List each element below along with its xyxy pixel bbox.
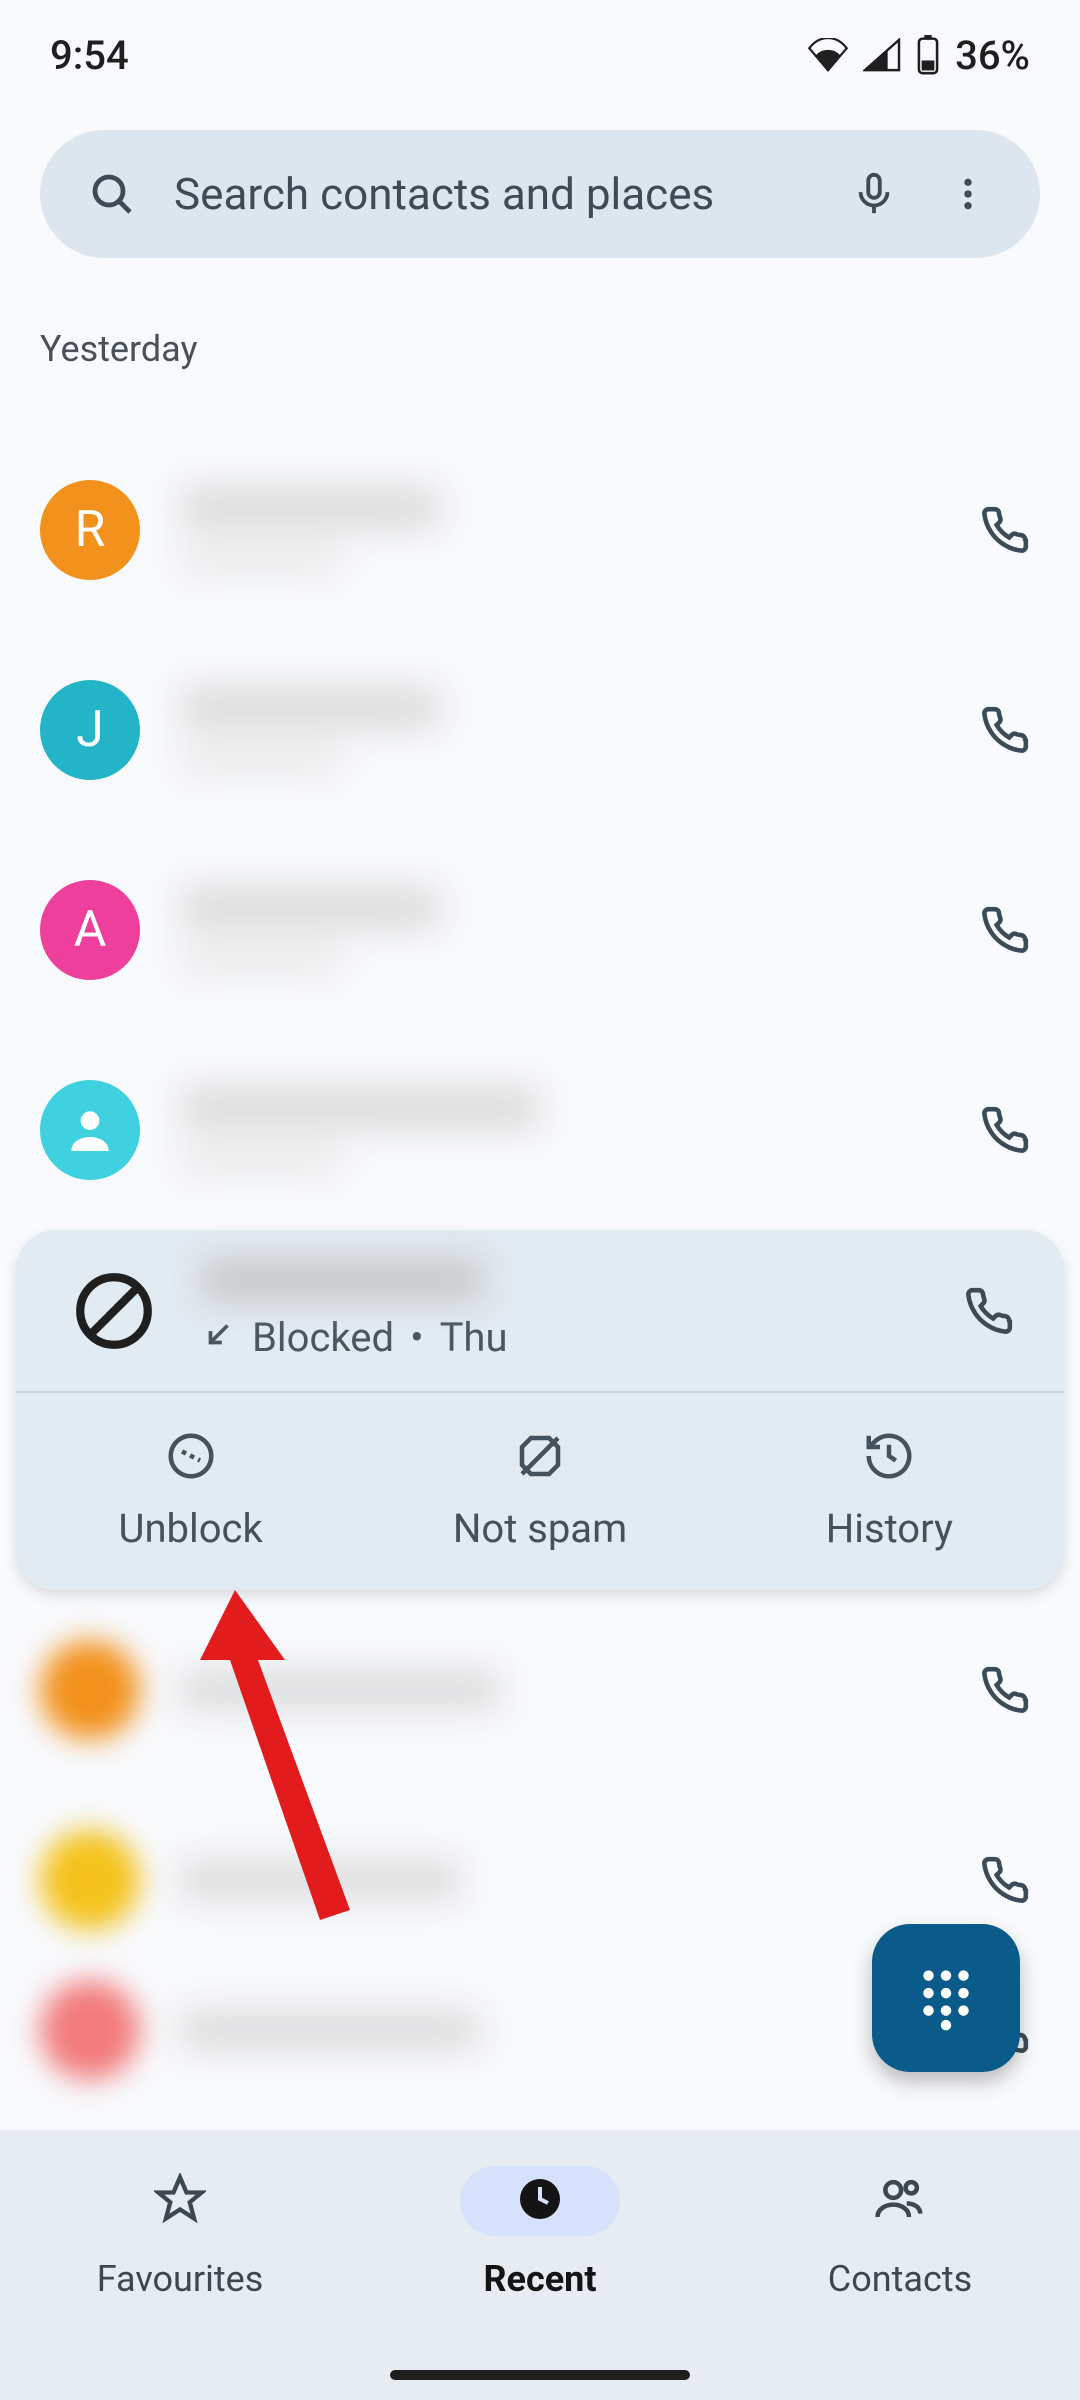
incoming-arrow-icon	[202, 1314, 236, 1361]
section-header-yesterday: Yesterday	[0, 258, 1080, 400]
call-row[interactable]	[0, 1030, 1080, 1230]
call-row[interactable]: A	[0, 830, 1080, 1030]
search-placeholder: Search contacts and places	[174, 168, 812, 220]
nav-recent[interactable]: Recent	[360, 2166, 720, 2300]
blocked-name-redacted	[202, 1260, 482, 1300]
more-icon[interactable]	[936, 162, 1000, 226]
blocked-call-header[interactable]: Blocked • Thu	[16, 1230, 1064, 1391]
avatar[interactable]: R	[40, 480, 140, 580]
wifi-icon	[807, 38, 849, 72]
call-info-redacted	[180, 886, 930, 974]
bottom-nav: Favourites Recent Contacts	[0, 2130, 1080, 2400]
not-spam-button[interactable]: Not spam	[365, 1393, 714, 1590]
search-bar[interactable]: Search contacts and places	[40, 130, 1040, 258]
avatar-redacted	[40, 1980, 140, 2080]
nav-label: Favourites	[97, 2258, 264, 2300]
avatar-letter: J	[76, 701, 104, 759]
clock-icon	[516, 2175, 564, 2227]
call-row[interactable]: J	[0, 630, 1080, 830]
status-right: 36%	[807, 32, 1030, 79]
search-bar-container: Search contacts and places	[0, 110, 1080, 258]
call-button[interactable]	[970, 1095, 1040, 1165]
call-info-redacted	[180, 1670, 930, 1710]
call-info-redacted	[180, 486, 930, 574]
nav-contacts[interactable]: Contacts	[720, 2166, 1080, 2300]
history-button[interactable]: History	[715, 1393, 1064, 1590]
avatar-generic[interactable]	[40, 1080, 140, 1180]
avatar-redacted	[40, 1640, 140, 1740]
block-icon	[66, 1263, 162, 1359]
battery-percent: 36%	[955, 32, 1030, 79]
call-row[interactable]	[0, 1590, 1080, 1790]
call-button[interactable]	[970, 1845, 1040, 1915]
status-time: 9:54	[50, 32, 129, 79]
call-info-redacted	[180, 1860, 930, 1900]
call-button[interactable]	[970, 495, 1040, 565]
call-info-redacted	[180, 2010, 930, 2050]
search-icon	[80, 162, 144, 226]
star-icon	[154, 2173, 206, 2229]
blocked-call-card: Blocked • Thu Unblock Not spam	[16, 1230, 1064, 1590]
avatar-letter: R	[75, 501, 106, 559]
blocked-status: Blocked	[252, 1314, 394, 1361]
not-spam-icon	[513, 1429, 567, 1487]
avatar-redacted	[40, 1830, 140, 1930]
unblock-button[interactable]: Unblock	[16, 1393, 365, 1590]
call-info-redacted	[180, 1086, 930, 1174]
nav-label: Contacts	[828, 2258, 972, 2300]
blocked-day: Thu	[440, 1314, 508, 1361]
separator-dot: •	[410, 1314, 424, 1361]
call-button[interactable]	[954, 1276, 1024, 1346]
unblock-icon	[164, 1429, 218, 1487]
contacts-icon	[873, 2172, 927, 2230]
call-button[interactable]	[970, 1655, 1040, 1725]
nav-favourites[interactable]: Favourites	[0, 2166, 360, 2300]
nav-label: Recent	[483, 2258, 596, 2300]
mic-icon[interactable]	[842, 162, 906, 226]
history-icon	[862, 1429, 916, 1487]
call-button[interactable]	[970, 895, 1040, 965]
call-button[interactable]	[970, 695, 1040, 765]
signal-icon	[863, 38, 901, 72]
status-bar: 9:54 36%	[0, 0, 1080, 110]
battery-icon	[915, 35, 941, 75]
avatar-letter: A	[74, 901, 107, 959]
history-label: History	[826, 1505, 953, 1552]
call-row[interactable]: R	[0, 430, 1080, 630]
dialpad-fab[interactable]	[872, 1924, 1020, 2072]
not-spam-label: Not spam	[453, 1505, 627, 1552]
call-list: R J A	[0, 400, 1080, 2090]
dialpad-icon	[911, 1961, 981, 2035]
call-info-redacted	[180, 686, 930, 774]
blocked-call-info: Blocked • Thu	[202, 1260, 914, 1361]
avatar[interactable]: A	[40, 880, 140, 980]
blocked-actions: Unblock Not spam History	[16, 1391, 1064, 1590]
avatar[interactable]: J	[40, 680, 140, 780]
gesture-handle	[390, 2370, 690, 2380]
unblock-label: Unblock	[119, 1505, 263, 1552]
